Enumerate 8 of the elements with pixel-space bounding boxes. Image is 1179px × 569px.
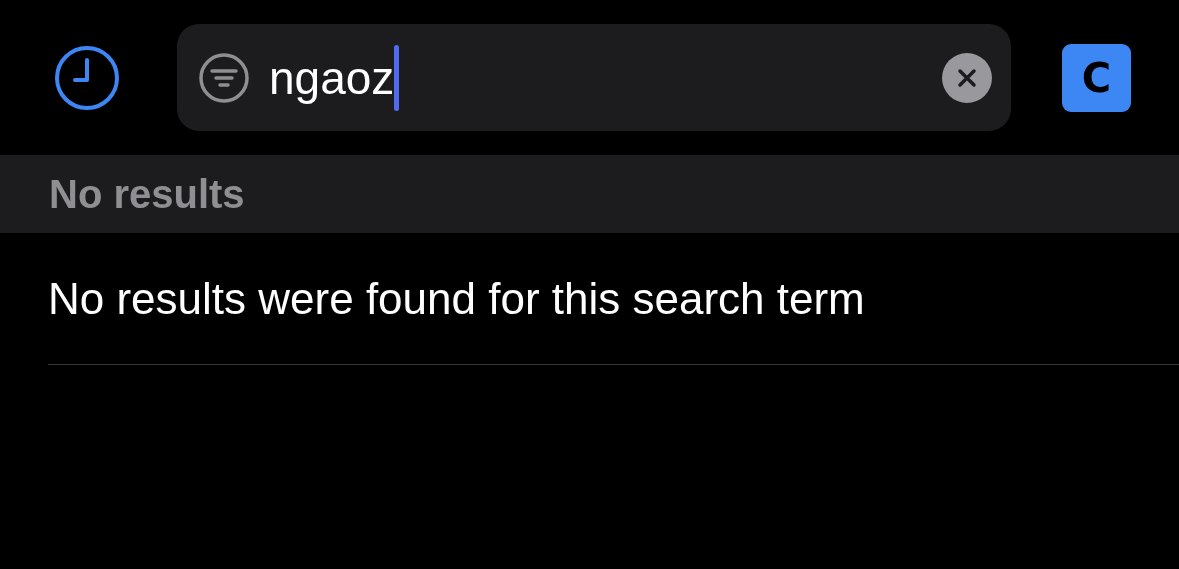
filter-icon[interactable] <box>198 51 250 104</box>
section-title: No results <box>49 171 245 218</box>
empty-message: No results were found for this search term <box>48 272 865 325</box>
close-icon <box>956 66 978 89</box>
clear-button[interactable] <box>942 52 992 103</box>
search-field[interactable]: ngaoz <box>177 24 1011 131</box>
account-button[interactable]: C <box>1062 43 1131 112</box>
clock-icon[interactable] <box>54 44 120 111</box>
